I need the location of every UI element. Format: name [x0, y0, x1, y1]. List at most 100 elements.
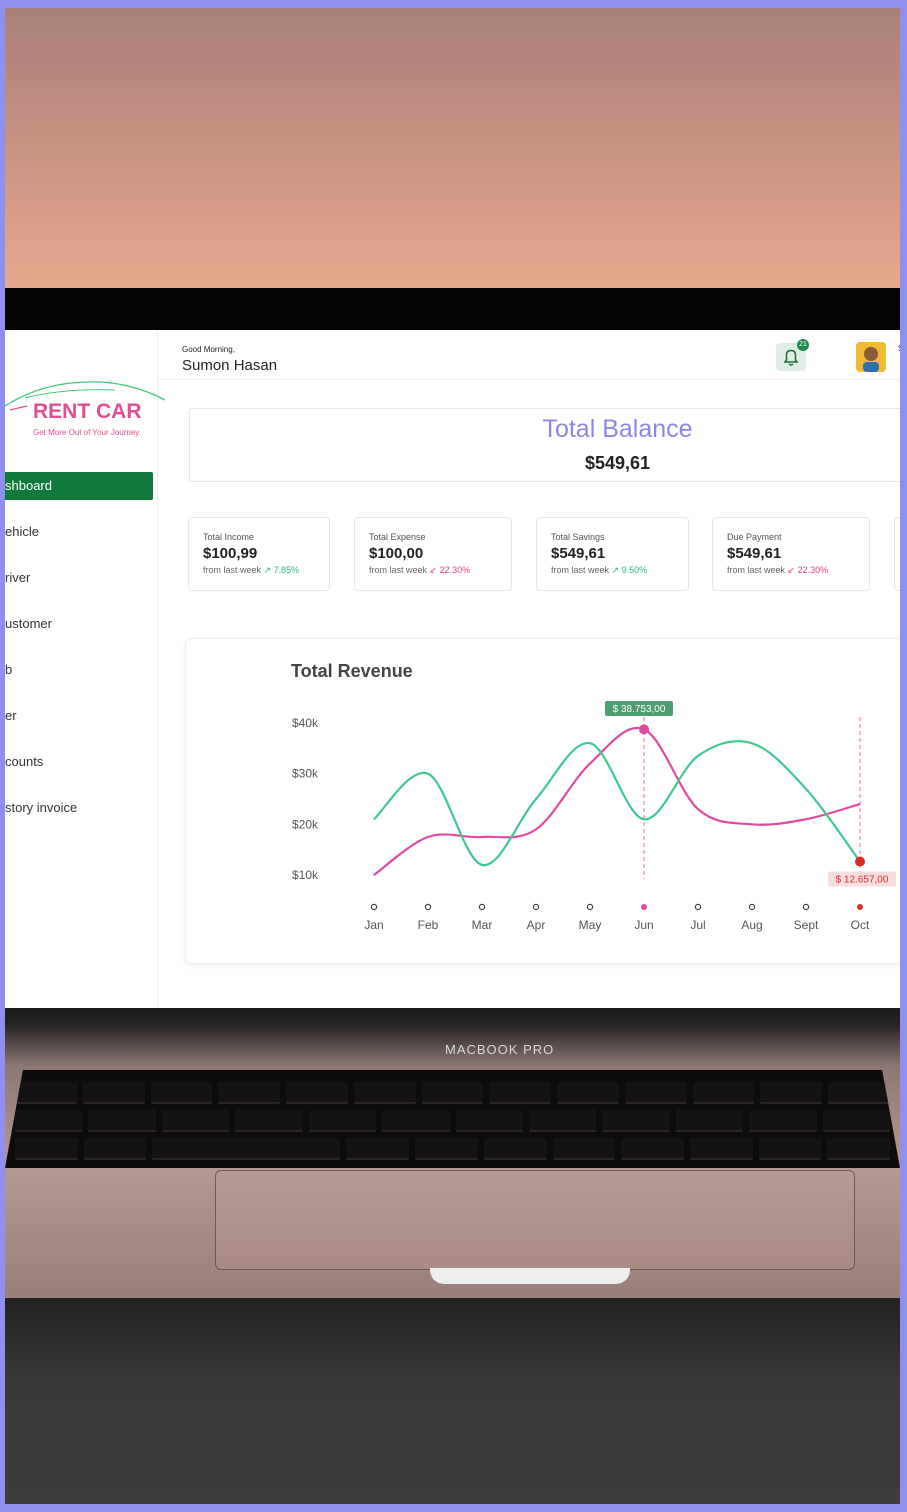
key	[828, 1082, 890, 1104]
x-tick-label: Sept	[794, 918, 819, 932]
stat-change: 22.30%	[439, 565, 471, 575]
stat-sub-text: from last week	[203, 565, 262, 575]
revenue-chart: $40k $30k $20k $10k $ 38.753,00 $ 12.657,00 Ja…	[292, 701, 896, 932]
trend-down-icon: ↙	[787, 565, 796, 575]
sidebar-item-er[interactable]: er	[5, 702, 153, 748]
sidebar-item-driver[interactable]: river	[5, 564, 153, 610]
dashboard-screen: RENT CAR Get More Out of Your Journey. s…	[5, 330, 900, 1008]
x-tick-label: May	[579, 918, 602, 932]
x-marker	[478, 903, 486, 911]
x-marker	[694, 903, 702, 911]
sidebar-item-history-invoice[interactable]: story invoice	[5, 794, 153, 840]
data-point	[751, 742, 753, 744]
sidebar-item-b[interactable]: b	[5, 656, 153, 702]
y-tick-label: $40k	[292, 716, 319, 730]
key	[760, 1082, 823, 1104]
key	[749, 1110, 817, 1132]
x-marker	[370, 903, 378, 911]
key	[15, 1110, 83, 1132]
screen-bezel	[5, 288, 900, 330]
key	[286, 1082, 348, 1104]
key	[822, 1110, 891, 1132]
key	[528, 1110, 597, 1132]
key	[827, 1138, 890, 1160]
key	[346, 1138, 410, 1160]
user-initial: S	[898, 344, 900, 353]
key	[689, 1138, 753, 1160]
laptop-notch	[430, 1268, 630, 1284]
stat-subtitle: from last week ↙ 22.30%	[369, 565, 511, 576]
x-marker	[424, 903, 432, 911]
data-point	[427, 836, 429, 838]
stat-value: $549,61	[551, 545, 606, 562]
key	[308, 1110, 377, 1132]
stat-subtitle: from last week ↙ 22.30%	[727, 565, 869, 576]
x-tick-label: Aug	[741, 918, 762, 932]
stat-sub-text: from last week	[551, 565, 610, 575]
y-tick-label: $30k	[292, 767, 319, 781]
key	[552, 1138, 616, 1160]
trend-up-icon: ↗	[263, 565, 272, 575]
revenue-card: Total Revenue $40k $30k $20k $10k $ 38.753,0…	[185, 638, 900, 964]
user-name: Sumon Hasan	[182, 357, 278, 374]
user-avatar-icon	[863, 347, 879, 372]
y-tick-label: $20k	[292, 817, 319, 831]
stat-change: 9.50%	[621, 565, 648, 575]
data-point	[697, 755, 699, 757]
data-point	[697, 808, 699, 810]
sidebar-item-dashboard[interactable]: shboard	[5, 472, 153, 500]
y-tick-label: $10k	[292, 868, 319, 882]
x-tick-label: Mar	[472, 918, 493, 932]
key	[621, 1138, 684, 1160]
trend-up-icon: ↗	[611, 565, 620, 575]
key	[692, 1082, 755, 1104]
x-tick-label: Jul	[690, 918, 705, 932]
notification-badge: 21	[797, 339, 809, 351]
photo-frame: RENT CAR Get More Out of Your Journey. s…	[5, 8, 900, 1504]
stat-title: Due Payment	[727, 532, 782, 542]
key	[557, 1082, 619, 1104]
stat-subtitle: from last week ↗ 7.85%	[203, 565, 329, 576]
sidebar-item-vehicle[interactable]: ehicle	[5, 518, 153, 564]
data-point	[373, 874, 375, 876]
key	[218, 1082, 281, 1104]
trend-down-icon: ↙	[429, 565, 438, 575]
x-tick-label: Feb	[418, 918, 439, 932]
x-marker-active	[641, 904, 647, 910]
data-point	[373, 818, 375, 820]
notification-button[interactable]: 21	[776, 339, 809, 371]
data-point	[805, 788, 807, 790]
stat-title: Total Income	[203, 532, 255, 542]
keyboard	[5, 1070, 900, 1168]
avatar[interactable]	[856, 342, 886, 372]
key	[15, 1082, 77, 1104]
greeting-text: Good Morning,	[182, 345, 235, 354]
data-point	[751, 823, 753, 825]
highlight-point	[855, 856, 865, 867]
data-point	[481, 836, 483, 838]
key	[353, 1082, 416, 1104]
stat-title: Total Savings	[551, 532, 605, 542]
sidebar-item-accounts[interactable]: counts	[5, 748, 153, 794]
stat-card-expense: Total Expense $100,00 from last week ↙ 2…	[354, 517, 512, 591]
laptop-body: MACBOOK PRO	[5, 1008, 900, 1298]
trackpad	[215, 1170, 855, 1270]
x-marker	[802, 903, 810, 911]
stat-change: 22.30%	[797, 565, 829, 575]
data-point	[427, 773, 429, 775]
key	[382, 1110, 450, 1132]
highlight-point	[639, 724, 649, 735]
sidebar-item-customer[interactable]: ustomer	[5, 610, 153, 656]
key	[624, 1082, 687, 1104]
key	[758, 1138, 822, 1160]
laptop-brand: MACBOOK PRO	[445, 1042, 555, 1057]
x-tick-label: Oct	[851, 918, 870, 932]
x-marker	[532, 903, 540, 911]
key	[602, 1110, 670, 1132]
stat-value: $549,61	[727, 545, 782, 562]
key	[150, 1082, 213, 1104]
stat-card-due-payment: Due Payment $549,61 from last week ↙ 22.…	[712, 517, 870, 591]
balance-value: $549,61	[584, 453, 651, 473]
stat-sub-text: from last week	[369, 565, 428, 575]
key	[88, 1110, 156, 1132]
